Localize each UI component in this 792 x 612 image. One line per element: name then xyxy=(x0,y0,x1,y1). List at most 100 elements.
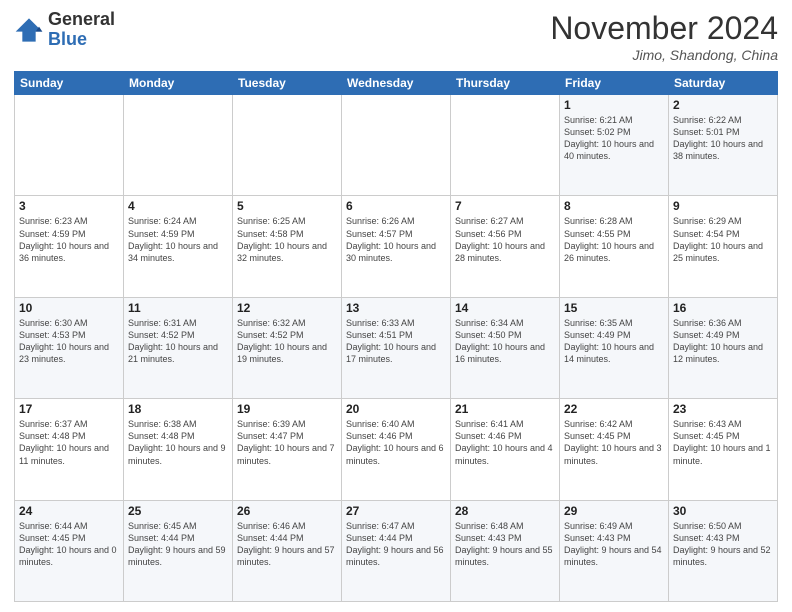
page: General Blue November 2024 Jimo, Shandon… xyxy=(0,0,792,612)
day-info: Sunrise: 6:37 AM Sunset: 4:48 PM Dayligh… xyxy=(19,418,119,467)
day-cell: 5Sunrise: 6:25 AM Sunset: 4:58 PM Daylig… xyxy=(233,196,342,297)
day-cell: 20Sunrise: 6:40 AM Sunset: 4:46 PM Dayli… xyxy=(342,399,451,500)
day-number: 19 xyxy=(237,402,337,416)
day-info: Sunrise: 6:29 AM Sunset: 4:54 PM Dayligh… xyxy=(673,215,773,264)
col-thursday: Thursday xyxy=(451,72,560,95)
day-info: Sunrise: 6:45 AM Sunset: 4:44 PM Dayligh… xyxy=(128,520,228,569)
day-number: 7 xyxy=(455,199,555,213)
day-number: 28 xyxy=(455,504,555,518)
day-info: Sunrise: 6:31 AM Sunset: 4:52 PM Dayligh… xyxy=(128,317,228,366)
day-cell: 4Sunrise: 6:24 AM Sunset: 4:59 PM Daylig… xyxy=(124,196,233,297)
day-info: Sunrise: 6:47 AM Sunset: 4:44 PM Dayligh… xyxy=(346,520,446,569)
week-row-4: 24Sunrise: 6:44 AM Sunset: 4:45 PM Dayli… xyxy=(15,500,778,601)
day-cell: 27 Sunrise: 6:47 AM Sunset: 4:44 PM Dayli… xyxy=(342,500,451,601)
day-info: Sunrise: 6:44 AM Sunset: 4:45 PM Dayligh… xyxy=(19,520,119,569)
header: General Blue November 2024 Jimo, Shandon… xyxy=(14,10,778,63)
week-row-2: 10 Sunrise: 6:30 AM Sunset: 4:53 PM Dayli… xyxy=(15,297,778,398)
day-cell xyxy=(233,95,342,196)
day-info: Sunrise: 6:49 AM Sunset: 4:43 PM Dayligh… xyxy=(564,520,664,569)
day-info: Sunrise: 6:35 AM Sunset: 4:49 PM Dayligh… xyxy=(564,317,664,366)
day-cell: 1Sunrise: 6:21 AM Sunset: 5:02 PM Daylig… xyxy=(560,95,669,196)
day-number: 4 xyxy=(128,199,228,213)
day-cell: 15 Sunrise: 6:35 AM Sunset: 4:49 PM Dayli… xyxy=(560,297,669,398)
day-cell: 8 Sunrise: 6:28 AM Sunset: 4:55 PM Daylig… xyxy=(560,196,669,297)
day-cell: 3 Sunrise: 6:23 AM Sunset: 4:59 PM Daylig… xyxy=(15,196,124,297)
col-friday: Friday xyxy=(560,72,669,95)
calendar-body: 1Sunrise: 6:21 AM Sunset: 5:02 PM Daylig… xyxy=(15,95,778,602)
day-cell: 26Sunrise: 6:46 AM Sunset: 4:44 PM Dayli… xyxy=(233,500,342,601)
day-info: Sunrise: 6:30 AM Sunset: 4:53 PM Dayligh… xyxy=(19,317,119,366)
col-tuesday: Tuesday xyxy=(233,72,342,95)
day-number: 23 xyxy=(673,402,773,416)
day-cell: 29 Sunrise: 6:49 AM Sunset: 4:43 PM Dayli… xyxy=(560,500,669,601)
week-row-0: 1Sunrise: 6:21 AM Sunset: 5:02 PM Daylig… xyxy=(15,95,778,196)
week-row-1: 3 Sunrise: 6:23 AM Sunset: 4:59 PM Daylig… xyxy=(15,196,778,297)
day-info: Sunrise: 6:46 AM Sunset: 4:44 PM Dayligh… xyxy=(237,520,337,569)
day-number: 16 xyxy=(673,301,773,315)
day-info: Sunrise: 6:26 AM Sunset: 4:57 PM Dayligh… xyxy=(346,215,446,264)
day-number: 25 xyxy=(128,504,228,518)
day-info: Sunrise: 6:22 AM Sunset: 5:01 PM Dayligh… xyxy=(673,114,773,163)
day-cell: 6 Sunrise: 6:26 AM Sunset: 4:57 PM Daylig… xyxy=(342,196,451,297)
day-number: 3 xyxy=(19,199,119,213)
day-number: 11 xyxy=(128,301,228,315)
day-cell: 24Sunrise: 6:44 AM Sunset: 4:45 PM Dayli… xyxy=(15,500,124,601)
day-info: Sunrise: 6:41 AM Sunset: 4:46 PM Dayligh… xyxy=(455,418,555,467)
day-info: Sunrise: 6:50 AM Sunset: 4:43 PM Dayligh… xyxy=(673,520,773,569)
day-cell xyxy=(342,95,451,196)
day-number: 27 xyxy=(346,504,446,518)
day-cell: 22 Sunrise: 6:42 AM Sunset: 4:45 PM Dayli… xyxy=(560,399,669,500)
day-cell xyxy=(15,95,124,196)
title-block: November 2024 Jimo, Shandong, China xyxy=(550,10,778,63)
day-number: 14 xyxy=(455,301,555,315)
day-info: Sunrise: 6:32 AM Sunset: 4:52 PM Dayligh… xyxy=(237,317,337,366)
day-cell: 19Sunrise: 6:39 AM Sunset: 4:47 PM Dayli… xyxy=(233,399,342,500)
logo-icon xyxy=(14,15,44,45)
logo-general-text: General xyxy=(48,10,115,30)
day-number: 1 xyxy=(564,98,664,112)
day-number: 15 xyxy=(564,301,664,315)
day-number: 29 xyxy=(564,504,664,518)
month-title: November 2024 xyxy=(550,10,778,47)
day-number: 30 xyxy=(673,504,773,518)
day-number: 2 xyxy=(673,98,773,112)
day-info: Sunrise: 6:23 AM Sunset: 4:59 PM Dayligh… xyxy=(19,215,119,264)
day-number: 20 xyxy=(346,402,446,416)
day-info: Sunrise: 6:48 AM Sunset: 4:43 PM Dayligh… xyxy=(455,520,555,569)
day-info: Sunrise: 6:42 AM Sunset: 4:45 PM Dayligh… xyxy=(564,418,664,467)
calendar-header: Sunday Monday Tuesday Wednesday Thursday… xyxy=(15,72,778,95)
day-cell: 7 Sunrise: 6:27 AM Sunset: 4:56 PM Daylig… xyxy=(451,196,560,297)
day-cell xyxy=(451,95,560,196)
col-monday: Monday xyxy=(124,72,233,95)
day-cell: 14 Sunrise: 6:34 AM Sunset: 4:50 PM Dayli… xyxy=(451,297,560,398)
day-cell: 23Sunrise: 6:43 AM Sunset: 4:45 PM Dayli… xyxy=(669,399,778,500)
day-number: 8 xyxy=(564,199,664,213)
day-number: 13 xyxy=(346,301,446,315)
logo-blue-text: Blue xyxy=(48,30,115,50)
day-cell: 18Sunrise: 6:38 AM Sunset: 4:48 PM Dayli… xyxy=(124,399,233,500)
day-cell: 9 Sunrise: 6:29 AM Sunset: 4:54 PM Daylig… xyxy=(669,196,778,297)
col-sunday: Sunday xyxy=(15,72,124,95)
location: Jimo, Shandong, China xyxy=(550,47,778,63)
day-cell: 12Sunrise: 6:32 AM Sunset: 4:52 PM Dayli… xyxy=(233,297,342,398)
day-cell: 17Sunrise: 6:37 AM Sunset: 4:48 PM Dayli… xyxy=(15,399,124,500)
day-cell: 21Sunrise: 6:41 AM Sunset: 4:46 PM Dayli… xyxy=(451,399,560,500)
day-cell xyxy=(124,95,233,196)
week-row-3: 17Sunrise: 6:37 AM Sunset: 4:48 PM Dayli… xyxy=(15,399,778,500)
day-cell: 28 Sunrise: 6:48 AM Sunset: 4:43 PM Dayli… xyxy=(451,500,560,601)
day-number: 9 xyxy=(673,199,773,213)
day-cell: 10 Sunrise: 6:30 AM Sunset: 4:53 PM Dayli… xyxy=(15,297,124,398)
day-info: Sunrise: 6:28 AM Sunset: 4:55 PM Dayligh… xyxy=(564,215,664,264)
logo-text: General Blue xyxy=(48,10,115,50)
day-number: 6 xyxy=(346,199,446,213)
day-info: Sunrise: 6:27 AM Sunset: 4:56 PM Dayligh… xyxy=(455,215,555,264)
day-info: Sunrise: 6:34 AM Sunset: 4:50 PM Dayligh… xyxy=(455,317,555,366)
day-cell: 30 Sunrise: 6:50 AM Sunset: 4:43 PM Dayli… xyxy=(669,500,778,601)
day-cell: 11 Sunrise: 6:31 AM Sunset: 4:52 PM Dayli… xyxy=(124,297,233,398)
day-info: Sunrise: 6:38 AM Sunset: 4:48 PM Dayligh… xyxy=(128,418,228,467)
day-info: Sunrise: 6:33 AM Sunset: 4:51 PM Dayligh… xyxy=(346,317,446,366)
day-number: 22 xyxy=(564,402,664,416)
day-number: 10 xyxy=(19,301,119,315)
day-number: 5 xyxy=(237,199,337,213)
logo: General Blue xyxy=(14,10,115,50)
